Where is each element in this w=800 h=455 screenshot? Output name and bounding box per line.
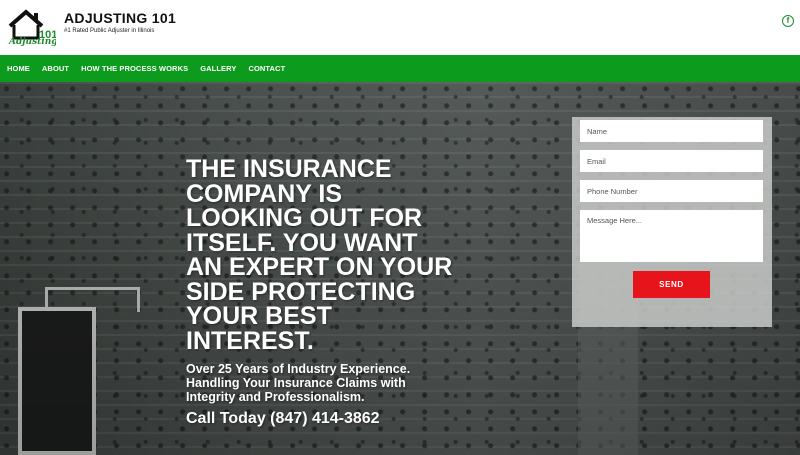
site-tagline: #1 Rated Public Adjuster in Illinois [64,28,155,34]
nav-item-contact[interactable]: CONTACT [248,64,285,73]
nav-item-gallery[interactable]: GALLERY [200,64,236,73]
svg-text:101: 101 [39,29,56,41]
company-logo[interactable]: Adjusting 101 [6,6,58,47]
hero-headline: THE INSURANCE COMPANY IS LOOKING OUT FOR… [186,155,453,355]
email-input[interactable] [580,150,763,172]
nav-item-home[interactable]: HOME [7,64,30,73]
site-title[interactable]: ADJUSTING 101 [64,10,176,26]
hero-subline: Over 25 Years of Industry Experience. Ha… [186,362,411,404]
house-logo-icon: Adjusting 101 [8,9,58,47]
phone-input[interactable] [580,180,763,202]
contact-form: SEND [572,117,772,327]
nav-item-about[interactable]: ABOUT [42,64,69,73]
main-nav: HOME ABOUT HOW THE PROCESS WORKS GALLERY… [0,55,800,82]
name-input[interactable] [580,120,763,142]
hero-phone[interactable]: Call Today (847) 414-3862 [186,410,380,428]
send-button[interactable]: SEND [633,271,710,298]
facebook-icon[interactable]: f [782,15,794,27]
hero-section: THE INSURANCE COMPANY IS LOOKING OUT FOR… [0,82,800,455]
site-header: Adjusting 101 ADJUSTING 101 #1 Rated Pub… [0,0,800,55]
nav-item-how-the-process-works[interactable]: HOW THE PROCESS WORKS [81,64,188,73]
message-input[interactable] [580,210,763,262]
